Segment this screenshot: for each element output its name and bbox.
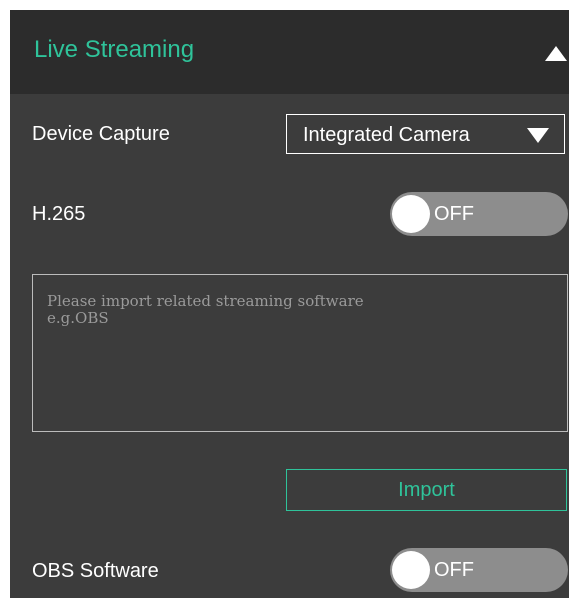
h265-toggle[interactable]: OFF	[390, 192, 568, 236]
h265-label: H.265	[32, 203, 86, 225]
triangle-down-icon	[527, 128, 549, 143]
panel-title: Live Streaming	[34, 36, 195, 63]
obs-software-toggle[interactable]: OFF	[390, 548, 568, 592]
live-streaming-panel: Live Streaming Device Capture Integrated…	[10, 10, 569, 598]
h265-toggle-state: OFF	[434, 203, 474, 225]
import-button[interactable]: Import	[286, 469, 567, 511]
obs-software-toggle-state: OFF	[434, 559, 474, 581]
obs-software-label: OBS Software	[32, 560, 159, 582]
device-capture-label: Device Capture	[32, 123, 170, 145]
panel-header[interactable]: Live Streaming	[10, 10, 569, 94]
streaming-software-placeholder: Please import related streaming software…	[47, 292, 364, 327]
device-capture-selected-value: Integrated Camera	[303, 124, 470, 146]
toggle-knob	[392, 551, 430, 589]
toggle-knob	[392, 195, 430, 233]
streaming-software-textarea[interactable]: Please import related streaming software…	[32, 274, 568, 432]
triangle-up-icon[interactable]	[545, 46, 567, 61]
device-capture-dropdown[interactable]: Integrated Camera	[286, 114, 565, 154]
